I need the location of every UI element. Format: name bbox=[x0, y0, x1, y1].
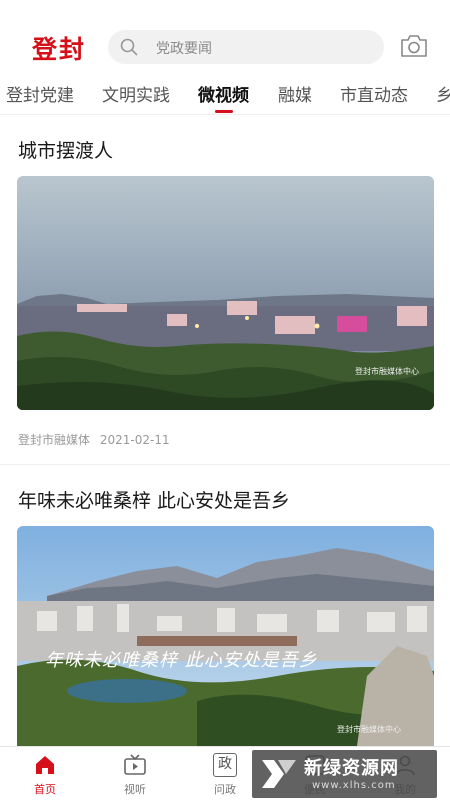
tabbar-watch[interactable]: 视听 bbox=[105, 753, 165, 797]
tabbar-home[interactable]: 首页 bbox=[15, 753, 75, 797]
card-separator bbox=[0, 464, 450, 465]
search-icon bbox=[120, 38, 138, 56]
tabbar-politics[interactable]: 政 问政 bbox=[195, 753, 255, 797]
watermark-text: 新绿资源网 bbox=[304, 758, 399, 779]
article-title[interactable]: 年味未必唯桑梓 此心安处是吾乡 bbox=[18, 486, 290, 513]
article-date: 2021-02-11 bbox=[99, 433, 170, 447]
image-overlay-title: 年味未必唯桑梓 此心安处是吾乡 bbox=[45, 650, 318, 671]
home-icon bbox=[36, 756, 54, 774]
video-thumbnail[interactable]: 登封市融媒体中心 bbox=[17, 176, 434, 410]
app-logo[interactable]: 登封 bbox=[32, 30, 86, 66]
camera-icon[interactable] bbox=[400, 34, 428, 58]
tabs-divider bbox=[0, 114, 450, 115]
tab-civilization[interactable]: 文明实践 bbox=[102, 81, 170, 106]
tv-icon bbox=[124, 754, 146, 775]
tabbar-label: 问政 bbox=[214, 783, 236, 796]
tab-media[interactable]: 融媒 bbox=[278, 81, 312, 106]
app-header: 登封 党政要闻 bbox=[0, 0, 450, 78]
search-placeholder: 党政要闻 bbox=[156, 41, 212, 57]
site-watermark: 新绿资源网 www.xlhs.com bbox=[252, 750, 437, 798]
video-thumbnail[interactable]: 年味未必唯桑梓 此心安处是吾乡 登封市融媒体中心 bbox=[17, 526, 434, 746]
watermark-url: www.xlhs.com bbox=[312, 780, 396, 791]
mountain-city-image bbox=[17, 526, 434, 746]
article-meta: 登封市融媒体 2021-02-11 bbox=[18, 431, 170, 448]
tab-township[interactable]: 乡 bbox=[436, 81, 450, 106]
tab-city-news[interactable]: 市直动态 bbox=[340, 81, 408, 106]
tab-dengfeng-party[interactable]: 登封党建 bbox=[6, 81, 74, 106]
search-bar[interactable]: 党政要闻 bbox=[108, 30, 384, 64]
tab-micro-video[interactable]: 微视频 bbox=[198, 81, 249, 106]
active-tab-indicator bbox=[215, 110, 233, 113]
politics-icon: 政 bbox=[213, 753, 237, 777]
watermark-logo-icon bbox=[262, 760, 296, 788]
channel-tabs: 登封党建 文明实践 微视频 融媒 市直动态 乡 bbox=[0, 78, 450, 114]
tabbar-label: 首页 bbox=[34, 783, 56, 796]
article-source: 登封市融媒体 bbox=[18, 433, 91, 447]
article-title[interactable]: 城市摆渡人 bbox=[18, 136, 113, 163]
image-caption: 登封市融媒体中心 bbox=[355, 367, 419, 376]
tabbar-label: 视听 bbox=[124, 783, 146, 796]
image-caption: 登封市融媒体中心 bbox=[337, 725, 401, 734]
